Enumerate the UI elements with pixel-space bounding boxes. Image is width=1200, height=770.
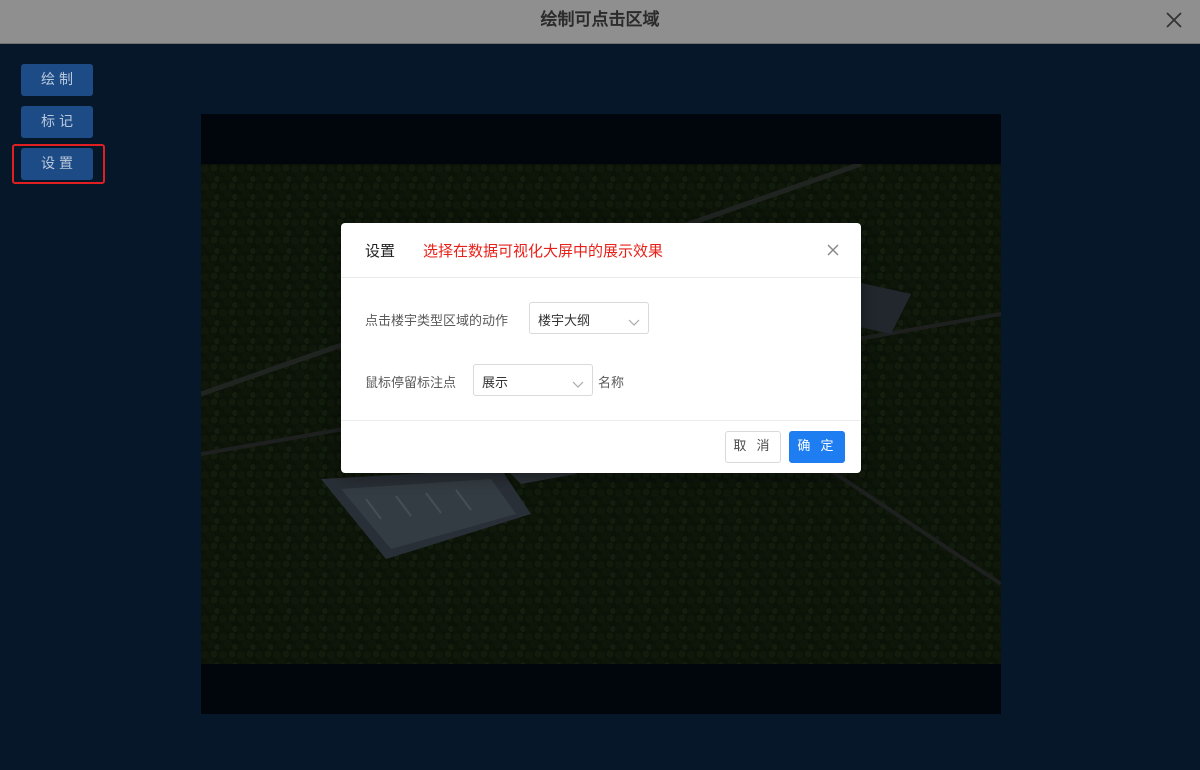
close-icon[interactable] xyxy=(1162,8,1186,32)
building-click-action-label: 点击楼宇类型区域的动作 xyxy=(365,314,509,329)
select-value: 展示 xyxy=(482,376,509,391)
window-title: 绘制可点击区域 xyxy=(540,10,660,30)
dialog-header: 设置 选择在数据可视化大屏中的展示效果 xyxy=(341,223,861,278)
sidebar-item-mark[interactable]: 标记 xyxy=(21,106,93,138)
confirm-button[interactable]: 确 定 xyxy=(789,431,845,463)
dialog-footer-divider xyxy=(341,420,861,421)
settings-dialog: 设置 选择在数据可视化大屏中的展示效果 点击楼宇类型区域的动作 楼宇大纲 鼠标停… xyxy=(341,223,861,473)
close-icon[interactable] xyxy=(825,242,841,258)
highlight-annotation xyxy=(12,144,105,184)
building-click-action-select[interactable]: 楼宇大纲 xyxy=(529,302,649,334)
chevron-down-icon xyxy=(572,375,584,388)
hover-marker-label: 鼠标停留标注点 xyxy=(365,376,457,391)
sidebar-item-draw[interactable]: 绘制 xyxy=(21,64,93,96)
select-value: 楼宇大纲 xyxy=(538,314,591,329)
cancel-button[interactable]: 取 消 xyxy=(725,431,781,463)
hover-marker-select[interactable]: 展示 xyxy=(473,364,593,396)
window-titlebar: 绘制可点击区域 xyxy=(0,0,1200,44)
hover-marker-suffix: 名称 xyxy=(598,376,625,391)
dialog-title: 设置 xyxy=(365,242,396,260)
dialog-note: 选择在数据可视化大屏中的展示效果 xyxy=(423,242,664,260)
chevron-down-icon xyxy=(628,313,640,326)
